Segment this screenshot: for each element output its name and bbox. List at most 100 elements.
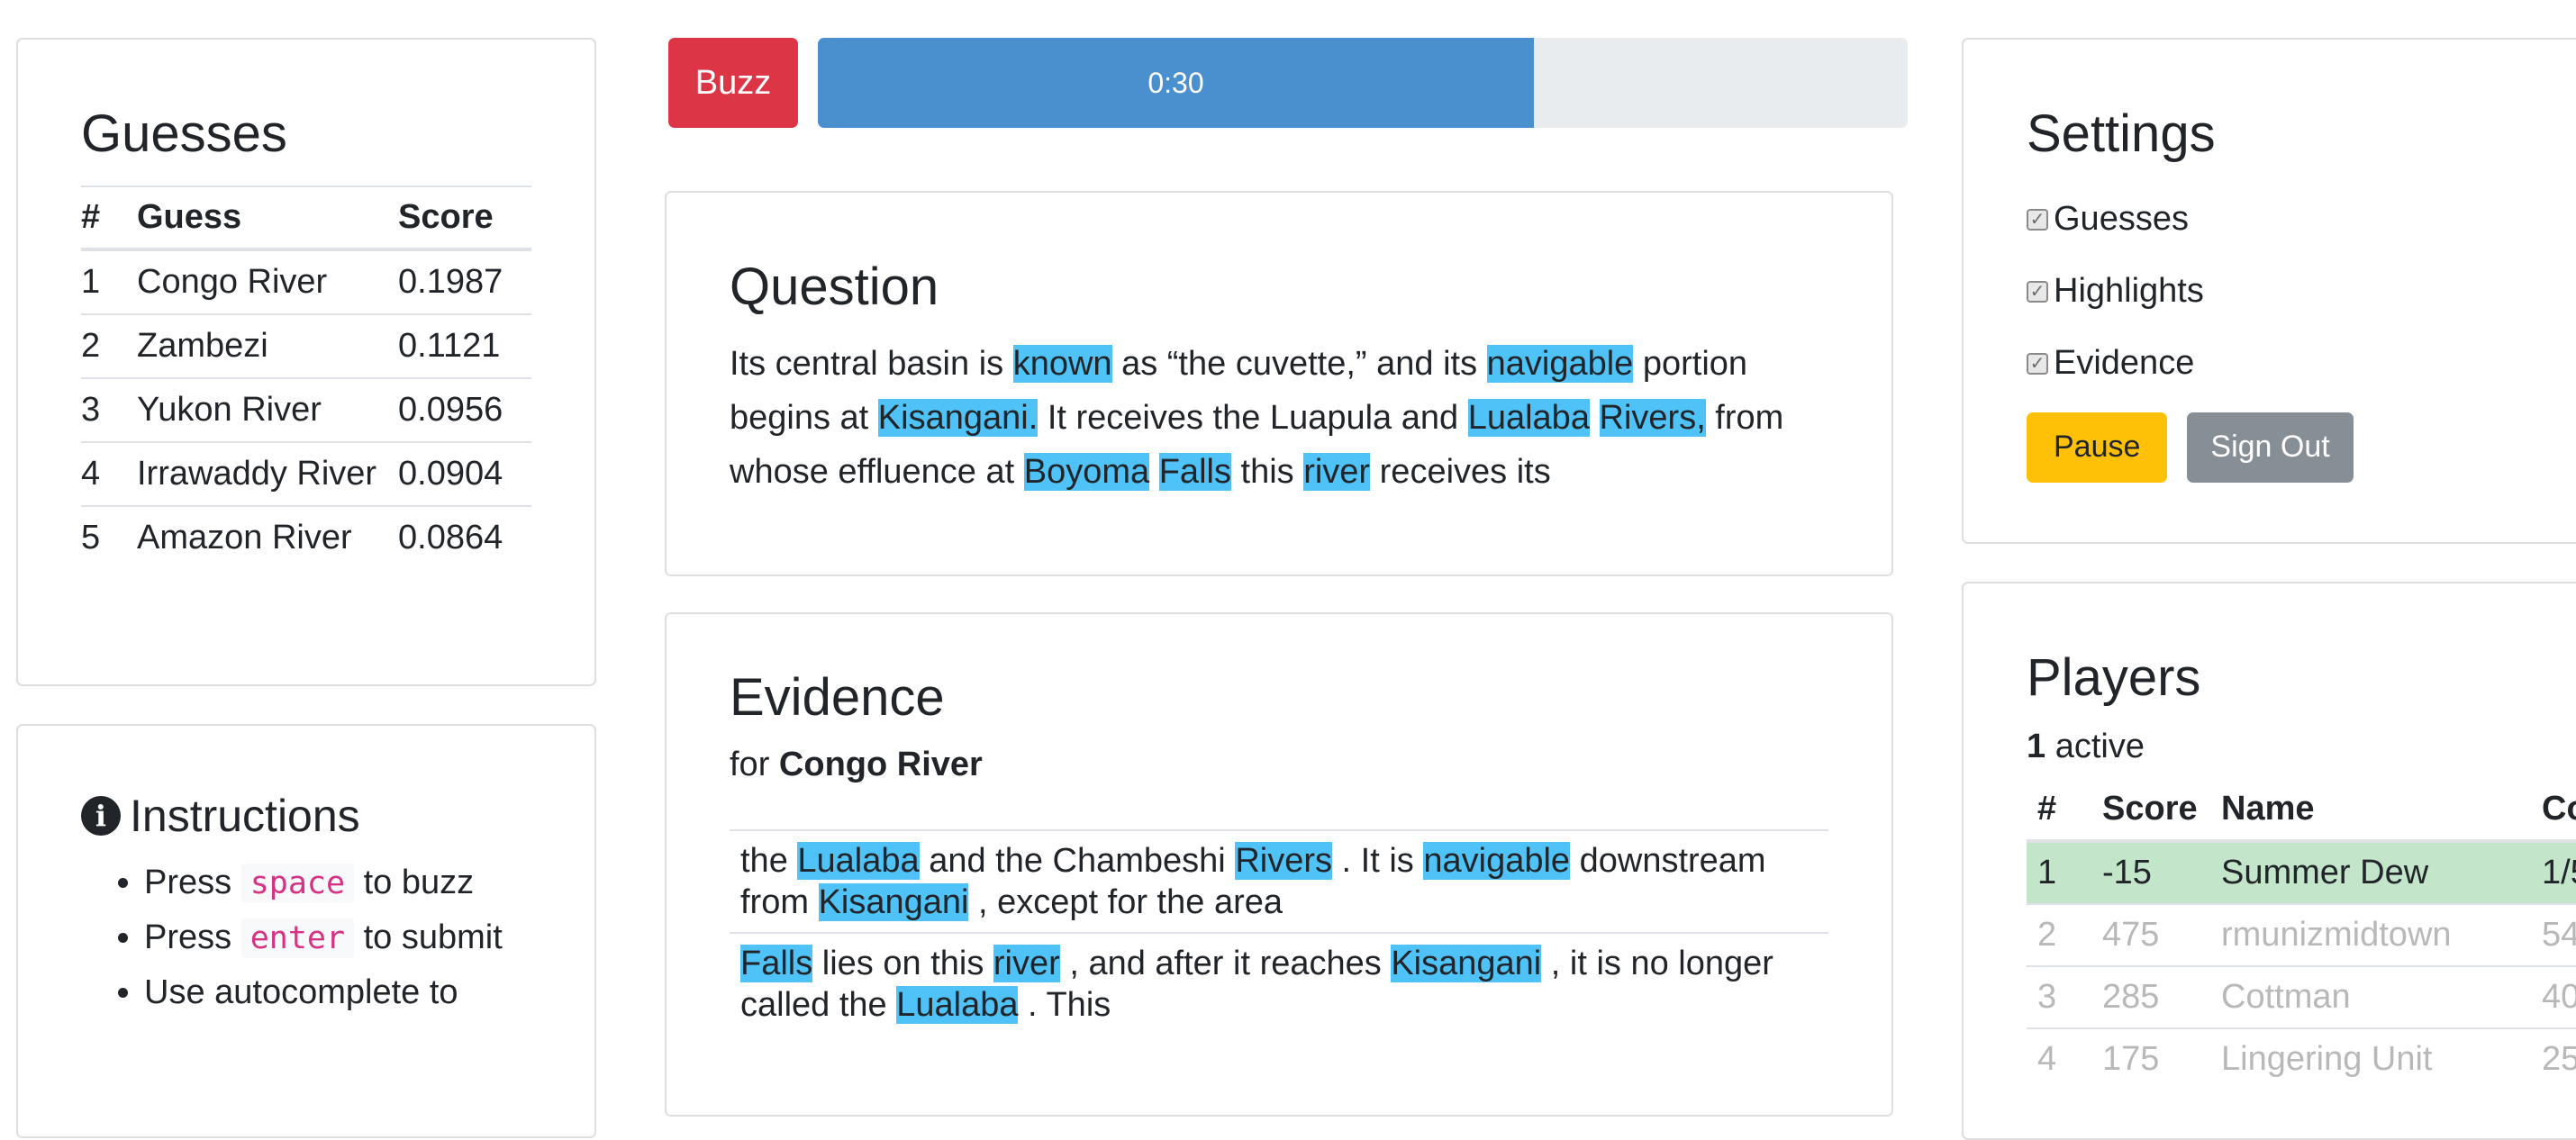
players-header-num: # (2027, 778, 2102, 843)
evidence-for-answer: Congo River (778, 745, 983, 783)
pause-button[interactable]: Pause (2027, 412, 2168, 483)
text-segment: , except for the area (968, 882, 1283, 921)
guess-text: Zambezi (137, 312, 398, 378)
player-num: 2 (2027, 902, 2102, 966)
setting-evidence[interactable]: ✓ Evidence (2027, 328, 2531, 400)
guess-num: 2 (81, 312, 137, 378)
instruction-key: enter (240, 918, 355, 958)
text-segment: and the Chambeshi (919, 841, 1236, 880)
highlighted-word: river (993, 944, 1060, 982)
guesses-panel: Guesses # Guess Score 1 Congo River 0.19… (16, 38, 596, 686)
player-name: Cottman (2221, 964, 2542, 1028)
active-count-line: 1 active (2027, 728, 2576, 766)
question-title: Question (730, 258, 939, 316)
evidence-for-prefix: for (730, 745, 770, 783)
info-circle-icon: i (81, 796, 121, 836)
highlighted-word: Falls (740, 944, 813, 982)
highlighted-word: Kisangani (818, 882, 969, 921)
instructions-panel: i Instructions Press space to buzz Press… (16, 724, 596, 1138)
instruction-item: Press space to buzz (144, 855, 531, 910)
highlighted-word: Lualaba (797, 841, 920, 880)
highlighted-word: navigable (1486, 344, 1634, 383)
text-segment: It receives the Luapula and (1038, 398, 1468, 437)
highlighted-word: Boyoma (1023, 452, 1150, 491)
text-segment: receives its (1370, 452, 1551, 491)
highlighted-word: known (1012, 344, 1112, 383)
active-label: active (2054, 727, 2145, 765)
guesses-header-score: Score (398, 185, 531, 251)
active-count: 1 (2027, 727, 2046, 765)
guesses-header-row: # Guess Score (81, 185, 531, 251)
guess-score: 0.1121 (398, 312, 531, 378)
highlighted-word: Rivers (1235, 841, 1332, 880)
timer-progress-fill: 0:30 (818, 38, 1534, 128)
settings-buttons: Pause Sign Out (2027, 412, 2531, 483)
setting-highlights[interactable]: ✓ Highlights (2027, 256, 2531, 328)
evidence-panel: Evidence for Congo River the Lualaba and… (665, 612, 1893, 1117)
guess-num: 1 (81, 248, 137, 314)
checkbox-guesses[interactable]: ✓ (2027, 208, 2048, 231)
guess-score: 0.0904 (398, 440, 531, 506)
text-segment: the (740, 841, 798, 880)
player-num: 4 (2027, 1027, 2102, 1090)
setting-label: Highlights (2054, 272, 2204, 311)
player-extra: 40 (2542, 964, 2576, 1028)
checkbox-evidence[interactable]: ✓ (2027, 352, 2048, 375)
guesses-table: # Guess Score 1 Congo River 0.1987 2 Zam… (81, 185, 531, 569)
buzz-button[interactable]: Buzz (668, 38, 798, 128)
settings-title: Settings (2027, 104, 2216, 163)
guess-num: 4 (81, 440, 137, 506)
text-segment (1149, 453, 1159, 491)
guess-row: 4 Irrawaddy River 0.0904 (81, 440, 531, 506)
evidence-for-line: for Congo River (730, 746, 1828, 784)
players-panel: Players 1 active # Score Name Co 1 -15 S… (1962, 582, 2576, 1140)
guess-text: Congo River (137, 248, 398, 314)
instruction-pre: Use autocomplete to (144, 973, 458, 1011)
instruction-item: Press enter to submit (144, 910, 531, 965)
guess-text: Yukon River (137, 376, 398, 442)
question-text: Its central basin is known as “the cuvet… (730, 337, 1828, 499)
players-table: # Score Name Co 1 -15 Summer Dew 1/5 2 4… (2027, 778, 2576, 1090)
text-segment: , and after it reaches (1059, 944, 1392, 982)
instruction-item: Use autocomplete to (144, 965, 531, 1019)
text-segment: lies on this (812, 944, 993, 982)
guesses-title: Guesses (81, 104, 287, 163)
player-extra: 54 (2542, 902, 2576, 966)
sign-out-button[interactable]: Sign Out (2187, 412, 2354, 483)
guesses-header-guess: Guess (137, 185, 398, 251)
question-panel: Question Its central basin is known as “… (665, 191, 1893, 576)
text-segment: . This (1018, 985, 1111, 1024)
player-extra: 25 (2542, 1027, 2576, 1090)
checkbox-highlights[interactable]: ✓ (2027, 280, 2048, 303)
player-score: -15 (2102, 839, 2221, 904)
evidence-item: Falls lies on this river , and after it … (730, 931, 1828, 1035)
highlighted-word: Falls (1158, 452, 1231, 491)
player-row: 4 175 Lingering Unit 25 (2027, 1027, 2576, 1090)
setting-guesses[interactable]: ✓ Guesses (2027, 184, 2531, 256)
instruction-key: space (240, 864, 355, 903)
instruction-post: to buzz (363, 864, 475, 901)
instruction-post: to submit (363, 918, 503, 956)
guess-row: 1 Congo River 0.1987 (81, 248, 531, 314)
settings-panel: Settings ✓ Guesses ✓ Highlights ✓ Eviden… (1962, 38, 2576, 544)
player-name: Summer Dew (2221, 839, 2542, 904)
evidence-list: the Lualaba and the Chambeshi Rivers . I… (730, 828, 1828, 1035)
instructions-heading: i Instructions (81, 789, 531, 843)
highlighted-word: Lualaba (1467, 398, 1590, 437)
timer-label: 0:30 (1147, 66, 1204, 99)
highlighted-word: Rivers, (1599, 398, 1706, 437)
guesses-header-num: # (81, 185, 137, 251)
guess-row: 2 Zambezi 0.1121 (81, 312, 531, 378)
player-name: Lingering Unit (2221, 1027, 2542, 1090)
guess-score: 0.1987 (398, 248, 531, 314)
players-header-row: # Score Name Co (2027, 778, 2576, 843)
guess-row: 5 Amazon River 0.0864 (81, 504, 531, 569)
players-title: Players (2027, 648, 2201, 707)
players-header-score: Score (2102, 778, 2221, 843)
player-num: 1 (2027, 839, 2102, 904)
instructions-list: Press space to buzz Press enter to submi… (54, 855, 531, 1019)
player-extra: 1/5 (2542, 839, 2576, 904)
player-score: 285 (2102, 964, 2221, 1028)
highlighted-word: Lualaba (896, 985, 1019, 1024)
instruction-pre: Press (144, 918, 232, 956)
